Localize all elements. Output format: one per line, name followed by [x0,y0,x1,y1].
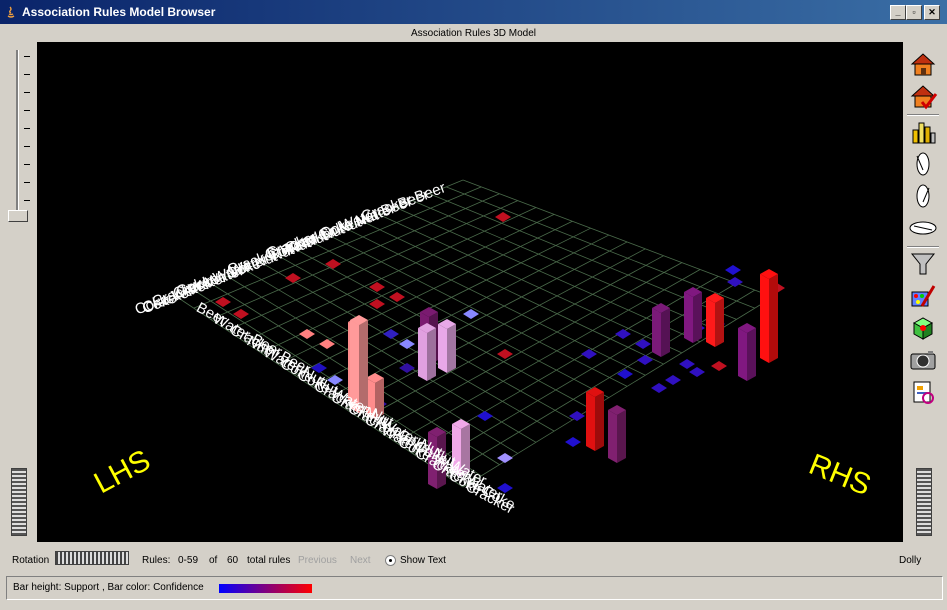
zoom-slider[interactable] [4,44,30,234]
rotation-wheel[interactable] [55,551,129,565]
rule-marker [679,359,695,369]
rule-bar [738,323,756,381]
dolly-wheel[interactable] [916,468,932,536]
rule-marker [725,265,741,275]
rules-range: 0-59 [178,555,199,566]
rules-of: of [209,555,218,566]
rotate-y-icon[interactable] [908,182,938,210]
rule-marker [389,292,405,302]
rule-bar [684,287,702,343]
rule-bar [418,323,436,381]
confidence-gradient [219,584,312,593]
rule-marker [651,383,667,393]
rule-bar [652,303,670,357]
rules-total: 60 [227,555,239,566]
control-bar: Rotation Rules: 0-59 of 60 total rules P… [0,548,947,574]
rule-bar [586,387,604,451]
bar-chart-icon[interactable] [908,118,938,146]
cube-icon[interactable] [908,314,938,342]
rule-marker [615,329,631,339]
show-text-label[interactable]: Show Text [400,555,446,566]
rule-marker [325,259,341,269]
window-title: Association Rules Model Browser [22,5,216,19]
print-preview-icon[interactable] [908,378,938,406]
rule-marker [477,411,493,421]
rules-suffix: total rules [247,555,291,566]
rules-label: Rules: [142,555,171,566]
close-button[interactable]: ✕ [924,5,940,20]
title-bar: Association Rules Model Browser _ ▫ ✕ [0,0,947,24]
lhs-axis-label: LHS [89,444,156,501]
rule-marker [497,453,513,463]
house-check-icon[interactable] [908,82,938,110]
rule-marker [727,277,743,287]
palette-tools-icon[interactable] [908,282,938,310]
rule-marker [617,369,633,379]
floor-grid [176,179,774,488]
3d-model-canvas[interactable]: Cracker Beer Beer Water Beer Cracker Coke W… [37,42,903,542]
rule-marker [665,375,681,385]
lhs-item-label: Coke [140,289,179,317]
rule-bar [438,319,456,373]
rule-marker [233,309,249,319]
java-icon [7,6,15,18]
rule-marker [711,361,727,371]
rule-marker [399,363,415,373]
legend-text: Bar height: Support , Bar color: Confide… [13,582,204,593]
vertical-rotation-wheel[interactable] [11,468,27,536]
previous-button[interactable]: Previous [298,555,337,566]
dolly-label: Dolly [899,555,922,566]
house-icon[interactable] [908,50,938,78]
camera-icon[interactable] [908,346,938,374]
rotate-x-icon[interactable] [908,150,938,178]
show-text-radio[interactable] [385,555,396,566]
zoom-slider-thumb[interactable] [8,210,28,222]
rule-marker [299,329,315,339]
rule-marker [689,367,705,377]
rule-bar [608,405,626,463]
maximize-button[interactable]: ▫ [906,5,922,20]
rule-marker [565,437,581,447]
minimize-button[interactable]: _ [890,5,906,20]
rhs-axis-label: RHS [804,448,875,502]
rule-marker [635,339,651,349]
rule-bar [760,269,778,363]
rule-bar [706,293,724,347]
rotation-label: Rotation [12,555,50,566]
model-title: Association Rules 3D Model [410,28,537,39]
next-button[interactable]: Next [350,555,371,566]
funnel-icon[interactable] [908,250,938,278]
rotate-z-icon[interactable] [908,214,938,242]
view-toolbar [905,46,941,416]
rule-marker [637,355,653,365]
legend-bar: Bar height: Support , Bar color: Confide… [6,576,943,600]
